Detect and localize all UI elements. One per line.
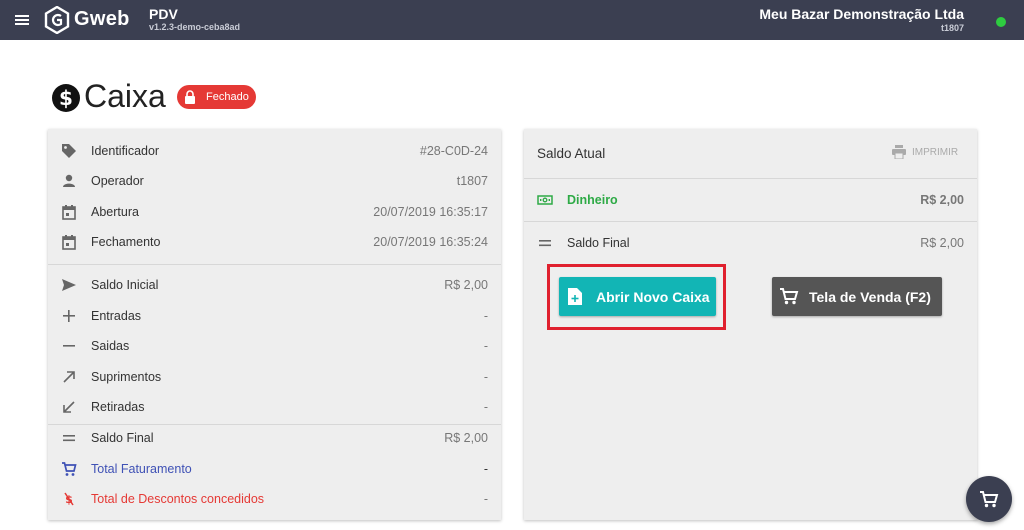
- calendar-icon: [62, 235, 76, 250]
- info-row-identificador: Identificador #28-C0D-24: [48, 139, 501, 163]
- printer-icon: [892, 145, 906, 159]
- info-label: Suprimentos: [91, 370, 162, 384]
- equals-icon: [539, 240, 551, 247]
- divider: [48, 424, 501, 425]
- info-label: Fechamento: [91, 235, 161, 249]
- info-row-entradas: Entradas -: [48, 304, 501, 328]
- open-new-register-label: Abrir Novo Caixa: [596, 289, 710, 305]
- balance-label: Dinheiro: [567, 193, 618, 207]
- top-bar: Gweb PDV v1.2.3-demo-ceba8ad Meu Bazar D…: [0, 0, 1024, 40]
- equals-icon: [63, 435, 75, 442]
- svg-text:$: $: [65, 493, 73, 506]
- info-value: t1807: [456, 174, 488, 188]
- menu-icon[interactable]: [14, 12, 30, 28]
- status-badge: Fechado: [177, 85, 256, 109]
- info-row-operador: Operador t1807: [48, 169, 501, 193]
- info-row-retiradas: Retiradas -: [48, 395, 501, 419]
- sales-screen-label: Tela de Venda (F2): [809, 289, 931, 305]
- floating-cart-button[interactable]: [966, 476, 1012, 522]
- balance-row-saldo-final: Saldo Final R$ 2,00: [524, 231, 977, 255]
- divider: [48, 264, 501, 265]
- cart-icon: [980, 491, 999, 508]
- info-value: -: [483, 370, 488, 384]
- info-value: R$ 2,00: [444, 431, 488, 445]
- new-file-icon: [568, 288, 582, 305]
- info-value: -: [483, 462, 488, 476]
- info-value: #28-C0D-24: [419, 144, 488, 158]
- minus-icon: [63, 345, 75, 347]
- info-label: Saidas: [91, 339, 130, 353]
- cash-register-info-card: Identificador #28-C0D-24 Operador t1807 …: [48, 129, 501, 520]
- info-row-saldo-inicial: Saldo Inicial R$ 2,00: [48, 273, 501, 297]
- info-row-abertura: Abertura 20/07/2019 16:35:17: [48, 200, 501, 224]
- balance-row-dinheiro: Dinheiro R$ 2,00: [524, 188, 977, 212]
- app-version: v1.2.3-demo-ceba8ad: [149, 22, 241, 32]
- info-label: Total de Descontos concedidos: [91, 492, 265, 506]
- hexagon-logo-icon: [44, 6, 70, 34]
- lock-icon: [185, 90, 195, 104]
- send-icon: [62, 279, 76, 291]
- balance-label: Saldo Final: [567, 236, 630, 250]
- page-title: Caixa: [84, 78, 166, 114]
- info-value: -: [483, 492, 488, 506]
- info-value: -: [483, 309, 488, 323]
- info-label: Saldo Inicial: [91, 278, 159, 292]
- app-name: PDV: [149, 6, 178, 22]
- balance-value: R$ 2,00: [920, 236, 964, 250]
- info-row-saldo-final: Saldo Final R$ 2,00: [48, 426, 501, 450]
- arrow-up-right-icon: [63, 371, 75, 383]
- person-icon: [63, 174, 75, 187]
- tag-icon: [62, 144, 76, 158]
- info-row-total-faturamento: Total Faturamento -: [48, 457, 501, 481]
- info-label: Identificador: [91, 144, 160, 158]
- app-logo[interactable]: Gweb: [44, 6, 134, 34]
- divider: [524, 221, 977, 222]
- svg-text:$: $: [59, 86, 73, 110]
- info-row-total-descontos: $ Total de Descontos concedidos -: [48, 487, 501, 511]
- status-badge-label: Fechado: [206, 91, 249, 103]
- divider: [524, 178, 977, 179]
- info-value: 20/07/2019 16:35:17: [373, 205, 488, 219]
- info-row-suprimentos: Suprimentos -: [48, 365, 501, 389]
- calendar-icon: [62, 205, 76, 220]
- info-label: Total Faturamento: [91, 462, 192, 476]
- balance-title: Saldo Atual: [537, 146, 606, 161]
- info-value: -: [483, 339, 488, 353]
- info-label: Saldo Final: [91, 431, 154, 445]
- cash-icon: [537, 195, 553, 205]
- logo-text: Gweb: [74, 8, 130, 30]
- company-name: Meu Bazar Demonstração Ltda: [759, 6, 964, 22]
- info-row-saidas: Saidas -: [48, 334, 501, 358]
- info-value: R$ 2,00: [444, 278, 488, 292]
- cart-icon: [780, 288, 799, 305]
- info-label: Retiradas: [91, 400, 145, 414]
- print-label: IMPRIMIR: [912, 147, 959, 158]
- sales-screen-button[interactable]: Tela de Venda (F2): [772, 277, 942, 316]
- info-value: 20/07/2019 16:35:24: [373, 235, 488, 249]
- discount-icon: $: [64, 492, 74, 506]
- info-label: Entradas: [91, 309, 142, 323]
- info-value: -: [483, 400, 488, 414]
- open-new-register-button[interactable]: Abrir Novo Caixa: [559, 277, 716, 316]
- cart-icon: [62, 462, 77, 476]
- info-row-fechamento: Fechamento 20/07/2019 16:35:24: [48, 230, 501, 254]
- arrow-down-left-icon: [63, 401, 75, 413]
- balance-value: R$ 2,00: [920, 193, 964, 207]
- info-label: Abertura: [91, 205, 139, 219]
- info-label: Operador: [91, 174, 144, 188]
- dollar-icon: $: [52, 84, 80, 112]
- user-code: t1807: [940, 23, 964, 33]
- online-status-dot: [996, 17, 1006, 27]
- plus-icon: [63, 310, 75, 322]
